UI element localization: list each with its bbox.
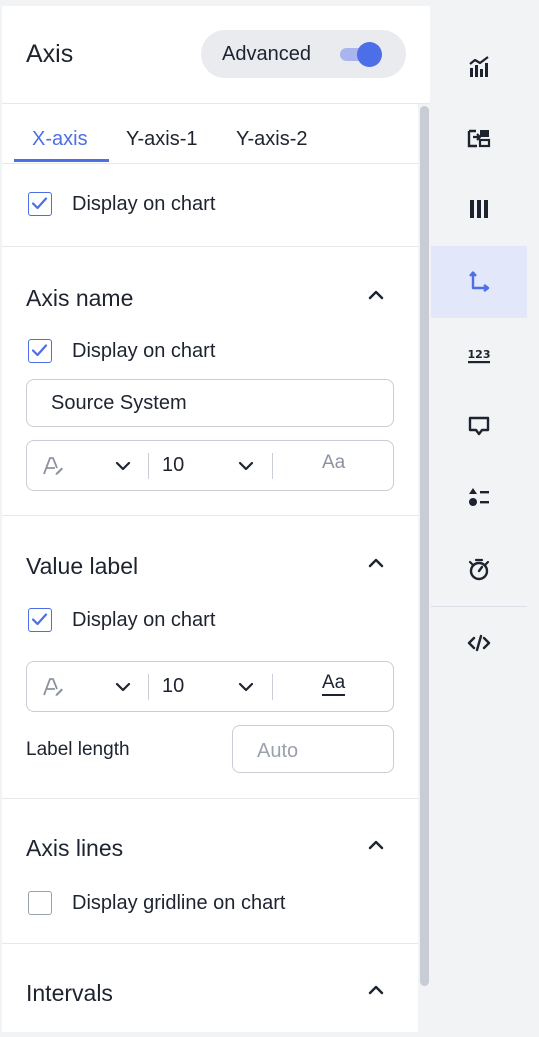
rail-item-goal[interactable] <box>431 534 527 606</box>
collapse-chevron-icon[interactable] <box>364 833 388 857</box>
axis-display-label: Display on chart <box>72 193 216 215</box>
collapse-chevron-icon[interactable] <box>364 551 388 575</box>
settings-scroll-area: X-axis Y-axis-1 Y-axis-2 Display on char… <box>2 104 430 1032</box>
font-color-chevron-down-icon[interactable] <box>113 677 133 697</box>
font-color-icon[interactable] <box>41 454 65 478</box>
axis-name-display-label: Display on chart <box>72 340 216 362</box>
gridline-checkbox[interactable] <box>28 891 52 915</box>
font-color-icon[interactable] <box>41 675 65 699</box>
divider <box>272 674 273 700</box>
axis-settings-panel: Axis Advanced X-axis Y-axis-1 Y-axis-2 D… <box>2 6 430 1032</box>
active-tab-indicator <box>14 159 109 162</box>
check-icon <box>31 613 48 626</box>
divider <box>272 453 273 479</box>
advanced-label: Advanced <box>222 43 311 65</box>
axis-display-section: Display on chart <box>2 164 418 247</box>
rail-item-chart-type[interactable] <box>431 31 527 103</box>
tab-y-axis-2[interactable]: Y-axis-2 <box>236 128 308 151</box>
divider <box>148 674 149 700</box>
axis-name-font-size[interactable]: 10 <box>162 454 184 477</box>
legend-icon <box>469 488 489 506</box>
columns-icon <box>470 200 488 218</box>
value-label-case-button[interactable]: Aa <box>322 673 346 696</box>
panel-title: Axis <box>26 40 74 68</box>
number-format-icon: 123 <box>468 348 491 364</box>
collapse-chevron-icon[interactable] <box>364 283 388 307</box>
value-label-font-size[interactable]: 10 <box>162 675 184 698</box>
value-label-title: Value label <box>26 553 139 579</box>
advanced-toggle-pill[interactable]: Advanced <box>201 30 406 78</box>
tab-y-axis-1[interactable]: Y-axis-1 <box>126 128 198 151</box>
scrollbar-thumb[interactable] <box>420 106 429 986</box>
advanced-toggle[interactable] <box>340 42 384 67</box>
gridline-label: Display gridline on chart <box>72 892 286 914</box>
font-size-chevron-down-icon[interactable] <box>236 677 256 697</box>
intervals-title: Intervals <box>26 980 113 1006</box>
rail-item-number-format[interactable]: 123 <box>431 318 527 390</box>
label-length-input[interactable]: Auto <box>232 725 394 773</box>
tab-x-axis[interactable]: X-axis <box>32 128 88 151</box>
chart-type-icon <box>469 56 489 77</box>
value-label-display-checkbox[interactable] <box>28 608 52 632</box>
toggle-knob <box>357 42 382 67</box>
rail-item-configure[interactable] <box>431 102 527 174</box>
axis-display-checkbox-row[interactable]: Display on chart <box>28 192 388 216</box>
label-length-placeholder: Auto <box>257 740 299 762</box>
value-label-font-controls: 10 Aa <box>26 661 394 712</box>
rail-item-columns[interactable] <box>431 173 527 245</box>
axis-lines-section: Axis lines Display gridline on chart <box>2 799 418 944</box>
goal-icon <box>468 558 490 581</box>
panel-header: Axis Advanced <box>2 6 430 104</box>
svg-text:123: 123 <box>468 348 491 361</box>
rail-item-axis[interactable] <box>431 246 527 318</box>
value-label-display-label: Display on chart <box>72 609 216 631</box>
axis-name-font-controls: 10 Aa <box>26 440 394 491</box>
collapse-chevron-icon[interactable] <box>364 978 388 1002</box>
check-icon <box>31 197 48 210</box>
intervals-section: Intervals <box>2 944 418 1032</box>
configure-icon <box>467 129 491 148</box>
value-label-display-row[interactable]: Display on chart <box>28 608 388 632</box>
custom-code-icon <box>467 634 491 652</box>
font-color-chevron-down-icon[interactable] <box>113 456 133 476</box>
axis-name-title: Axis name <box>26 285 134 311</box>
axis-icon <box>469 271 490 292</box>
divider <box>148 453 149 479</box>
axis-name-display-row[interactable]: Display on chart <box>28 339 388 363</box>
rail-item-tooltip[interactable] <box>431 390 527 462</box>
axis-lines-title: Axis lines <box>26 835 124 861</box>
gridline-checkbox-row[interactable]: Display gridline on chart <box>28 891 388 915</box>
check-icon <box>31 344 48 357</box>
rail-item-legend[interactable] <box>431 462 527 534</box>
tooltip-icon <box>468 416 490 436</box>
font-size-chevron-down-icon[interactable] <box>236 456 256 476</box>
scrollbar[interactable] <box>418 104 430 1032</box>
axis-name-section: Axis name Display on chart Source System… <box>2 247 418 516</box>
axis-name-display-checkbox[interactable] <box>28 339 52 363</box>
rail-item-custom-code[interactable] <box>431 607 527 679</box>
axis-name-case-button[interactable]: Aa <box>322 452 345 474</box>
value-label-section: Value label Display on chart 10 Aa Label… <box>2 516 418 799</box>
label-length-label: Label length <box>26 739 130 760</box>
settings-icon-rail: 123 <box>431 6 527 1032</box>
axis-name-input[interactable]: Source System <box>26 379 394 427</box>
axis-name-value: Source System <box>51 392 187 414</box>
axis-display-checkbox[interactable] <box>28 192 52 216</box>
axis-tabs: X-axis Y-axis-1 Y-axis-2 <box>2 104 418 164</box>
